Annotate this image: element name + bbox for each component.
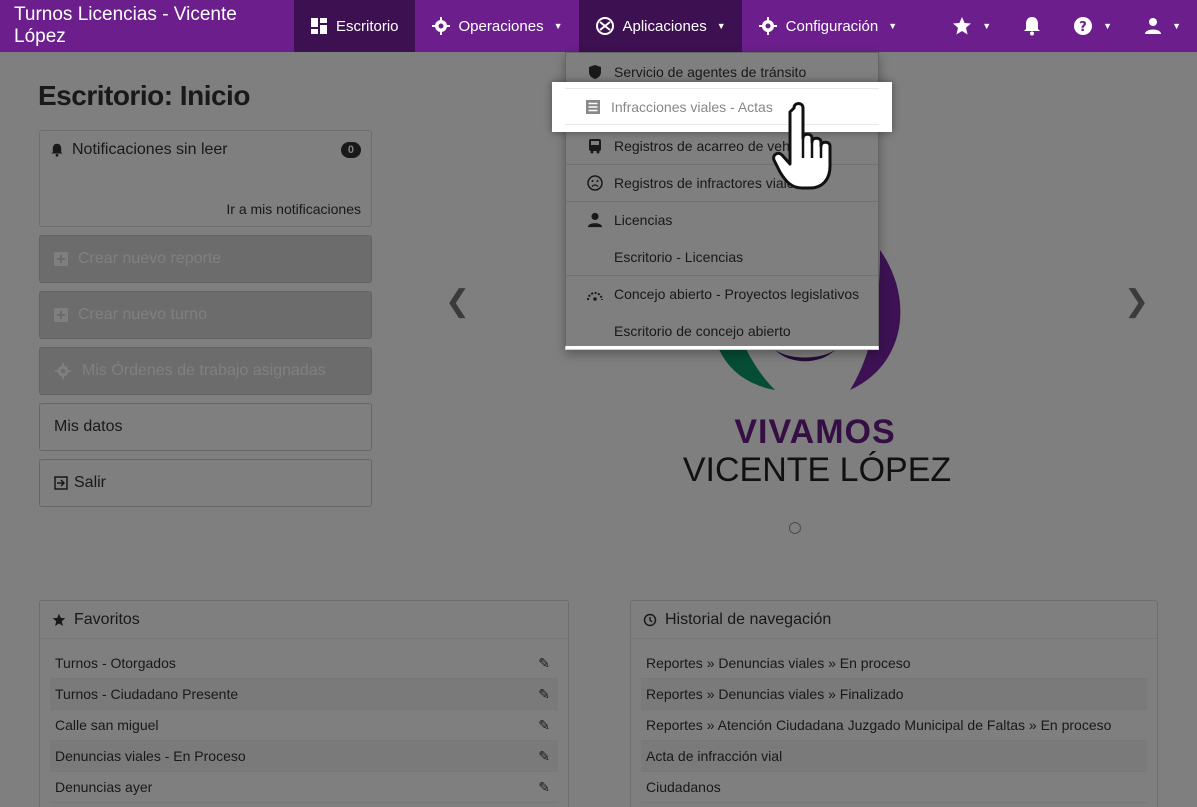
- caret-down-icon: ▼: [888, 21, 898, 31]
- hand-pointer-cursor-icon: [772, 102, 832, 190]
- dashboard-icon: [311, 18, 327, 34]
- caret-down-icon: ▼: [1103, 21, 1113, 31]
- apps-icon: [595, 17, 614, 35]
- nav-configuracion-label: Configuración: [785, 17, 879, 35]
- caret-down-icon: ▼: [716, 21, 726, 31]
- user-menu[interactable]: ▼: [1128, 0, 1197, 52]
- star-icon: [953, 17, 972, 35]
- nav-escritorio[interactable]: Escritorio: [294, 0, 415, 52]
- svg-text:?: ?: [1079, 20, 1087, 35]
- user-icon: [1145, 18, 1162, 34]
- gear-cog-icon: [431, 17, 450, 35]
- caret-down-icon: ▼: [1172, 21, 1181, 31]
- nav-aplicaciones[interactable]: Aplicaciones ▼: [578, 0, 742, 52]
- highlighted-item-label: Infracciones viales - Actas: [611, 98, 773, 115]
- nav-configuracion[interactable]: Configuración ▼: [742, 0, 913, 52]
- nav-aplicaciones-label: Aplicaciones: [622, 17, 707, 35]
- top-navbar: Turnos Licencias - Vicente López Escrito…: [0, 0, 1197, 52]
- notifications-menu[interactable]: [1007, 0, 1057, 52]
- settings-icon: [758, 17, 777, 35]
- help-menu[interactable]: ? ▼: [1057, 0, 1128, 52]
- highlighted-menu-item[interactable]: Infracciones viales - Actas: [552, 82, 892, 132]
- favorites-menu[interactable]: ▼: [936, 0, 1007, 52]
- help-icon: ?: [1074, 17, 1093, 35]
- caret-down-icon: ▼: [982, 21, 992, 31]
- document-list-icon: [586, 99, 600, 114]
- bell-icon: [1024, 17, 1041, 36]
- caret-down-icon: ▼: [553, 21, 563, 31]
- nav-escritorio-label: Escritorio: [336, 17, 399, 35]
- navbar-right-group: ▼ ? ▼ ▼: [936, 0, 1197, 52]
- brand-title[interactable]: Turnos Licencias - Vicente López: [0, 0, 294, 52]
- nav-operaciones[interactable]: Operaciones ▼: [415, 0, 579, 52]
- nav-operaciones-label: Operaciones: [458, 17, 544, 35]
